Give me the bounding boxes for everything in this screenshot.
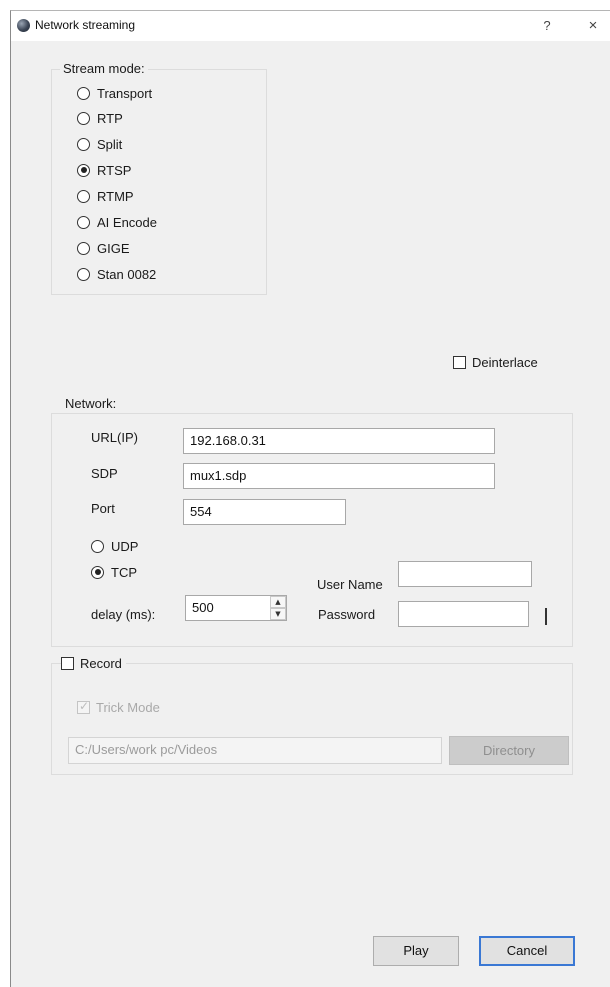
radio-label-udp: UDP: [111, 538, 139, 554]
spin-down-icon[interactable]: ▼: [270, 608, 286, 620]
delay-spin-arrows[interactable]: ▲ ▼: [270, 595, 286, 621]
radio-rtsp[interactable]: [77, 163, 90, 177]
window-title: Network streaming: [35, 18, 136, 32]
record-path-input[interactable]: C:/Users/work pc/Videos: [68, 737, 442, 764]
password-input[interactable]: [398, 601, 529, 627]
radio-label-ai-encode: AI Encode: [97, 214, 157, 230]
trick-mode-option[interactable]: Trick Mode: [77, 698, 160, 716]
port-label: Port: [91, 501, 115, 516]
app-icon: [17, 19, 30, 32]
radio-tcp[interactable]: [91, 565, 104, 579]
radio-label-stan-0082: Stan 0082: [97, 266, 157, 282]
show-password-checkbox[interactable]: [545, 608, 547, 625]
cancel-button[interactable]: Cancel: [479, 936, 575, 966]
stream-mode-ai-encode[interactable]: AI Encode: [77, 213, 157, 231]
radio-label-rtmp: RTMP: [97, 188, 134, 204]
radio-label-tcp: TCP: [111, 564, 137, 580]
stream-mode-gige[interactable]: GIGE: [77, 239, 130, 257]
stream-mode-rtp[interactable]: RTP: [77, 109, 123, 127]
deinterlace-label: Deinterlace: [472, 354, 538, 370]
radio-udp[interactable]: [91, 539, 104, 553]
password-label: Password: [318, 607, 376, 622]
radio-split[interactable]: [77, 137, 90, 151]
deinterlace-option[interactable]: Deinterlace: [453, 353, 538, 371]
spin-up-icon[interactable]: ▲: [270, 596, 286, 608]
stream-mode-group: [51, 69, 267, 295]
network-title: Network:: [62, 396, 120, 411]
sdp-label: SDP: [91, 466, 118, 481]
url-label: URL(IP): [91, 430, 138, 445]
stream-mode-rtmp[interactable]: RTMP: [77, 187, 134, 205]
url-input[interactable]: 192.168.0.31: [183, 428, 495, 454]
help-button[interactable]: ?: [537, 16, 557, 36]
radio-rtp[interactable]: [77, 111, 90, 125]
record-checkbox[interactable]: [61, 656, 74, 670]
record-option[interactable]: Record: [61, 654, 126, 672]
username-input[interactable]: [398, 561, 532, 587]
radio-rtmp[interactable]: [77, 189, 90, 203]
record-label: Record: [80, 655, 122, 671]
close-button[interactable]: ×: [581, 16, 605, 36]
title-bar: Network streaming ? ×: [11, 11, 610, 41]
stream-mode-split[interactable]: Split: [77, 135, 122, 153]
deinterlace-checkbox[interactable]: [453, 355, 466, 369]
radio-ai-encode[interactable]: [77, 215, 90, 229]
radio-transport[interactable]: [77, 86, 90, 100]
trick-mode-checkbox[interactable]: [77, 699, 90, 714]
radio-label-split: Split: [97, 136, 123, 152]
network-streaming-dialog: Network streaming ? × Stream mode: Trans…: [10, 10, 610, 987]
stream-mode-transport[interactable]: Transport: [77, 84, 152, 102]
radio-label-transport: Transport: [97, 85, 153, 101]
stream-mode-stan-0082[interactable]: Stan 0082: [77, 265, 156, 283]
radio-gige[interactable]: [77, 241, 90, 255]
radio-label-rtp: RTP: [97, 110, 123, 126]
directory-button[interactable]: Directory: [449, 736, 569, 765]
username-label: User Name: [317, 577, 383, 592]
radio-label-gige: GIGE: [97, 240, 130, 256]
delay-label: delay (ms):: [91, 607, 156, 622]
play-button[interactable]: Play: [373, 936, 459, 966]
radio-stan-0082[interactable]: [77, 267, 90, 281]
trick-mode-label: Trick Mode: [96, 699, 160, 715]
protocol-udp[interactable]: UDP: [91, 537, 138, 555]
protocol-tcp[interactable]: TCP: [91, 563, 137, 581]
radio-label-rtsp: RTSP: [97, 162, 132, 178]
stream-mode-rtsp[interactable]: RTSP: [77, 161, 131, 179]
port-input[interactable]: 554: [183, 499, 346, 525]
stream-mode-title: Stream mode:: [60, 61, 148, 76]
sdp-input[interactable]: mux1.sdp: [183, 463, 495, 489]
